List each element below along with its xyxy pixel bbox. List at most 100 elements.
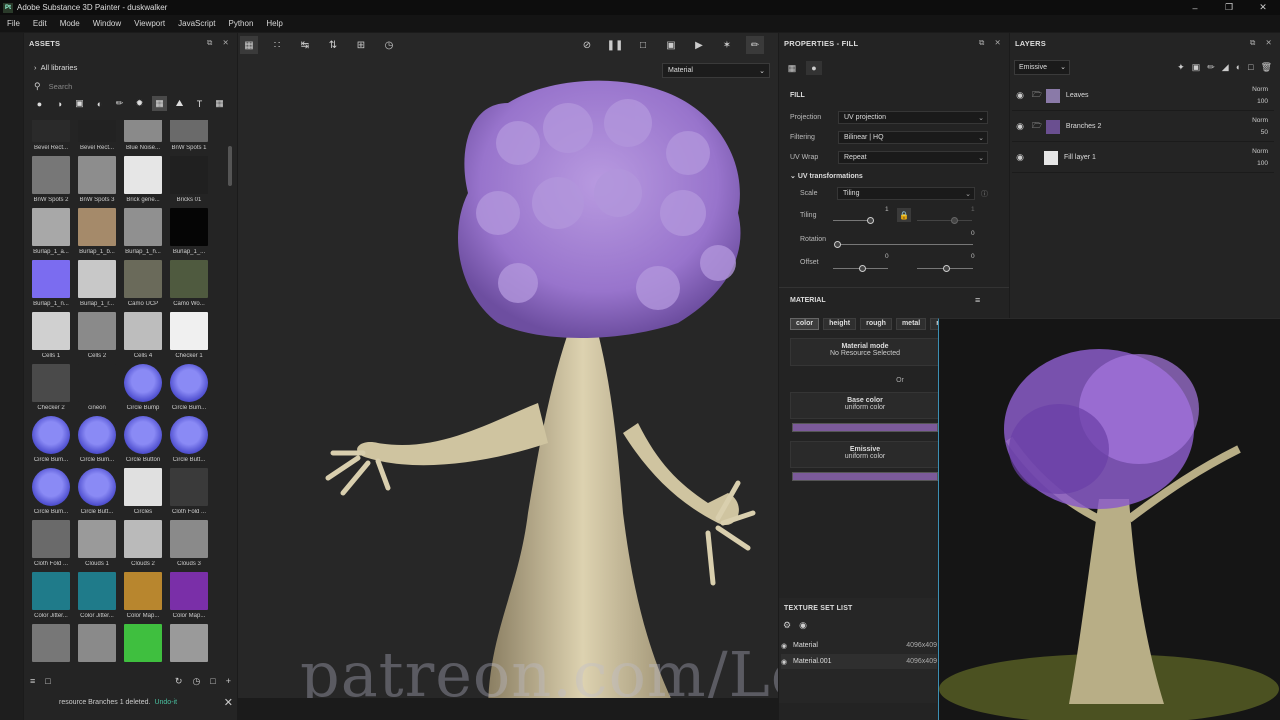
menu-file[interactable]: File: [3, 19, 24, 28]
base-color-swatch[interactable]: [792, 423, 938, 432]
asset-tile[interactable]: Clouds 3: [168, 520, 210, 572]
particle-filter-icon[interactable]: ✹: [132, 96, 147, 111]
asset-tile[interactable]: Circle Bum...: [30, 468, 72, 520]
layer-row[interactable]: ◉ 🗁 Leaves Norm 100: [1012, 81, 1274, 111]
asset-tile[interactable]: Circle Button: [122, 416, 164, 468]
channel-rough-button[interactable]: rough: [860, 318, 892, 330]
menu-help[interactable]: Help: [262, 19, 286, 28]
menu-mode[interactable]: Mode: [56, 19, 84, 28]
emissive-box[interactable]: Emissive uniform color: [790, 441, 940, 468]
mask-filter-icon[interactable]: ▣: [72, 96, 87, 111]
asset-tile[interactable]: Burlap_1_n...: [30, 260, 72, 312]
asset-tile[interactable]: Bevel Rect...: [30, 120, 72, 156]
asset-tile[interactable]: Circle Butt...: [76, 468, 118, 520]
asset-tile[interactable]: Burlap_1_a...: [30, 208, 72, 260]
layer-opacity[interactable]: 100: [1232, 96, 1268, 108]
uv-transformations-toggle[interactable]: ⌄ UV transformations: [790, 172, 863, 180]
asset-tile[interactable]: BnW Spots 3: [76, 156, 118, 208]
close-panel-icon[interactable]: ✕: [995, 38, 1001, 48]
layer-blend-mode[interactable]: Norm: [1232, 146, 1268, 158]
tiling-slider-track-secondary[interactable]: [917, 220, 972, 221]
brush-filter-icon[interactable]: ✏: [112, 96, 127, 111]
eye-icon[interactable]: ◉: [799, 620, 807, 631]
float-panel-icon[interactable]: ⧉: [207, 38, 213, 48]
smart-mask-filter-icon[interactable]: ◐: [92, 96, 107, 111]
trash-icon[interactable]: 🗑: [1261, 62, 1272, 73]
folder-icon[interactable]: □: [45, 676, 50, 686]
channel-height-button[interactable]: height: [823, 318, 857, 330]
filtering-dropdown[interactable]: Bilinear | HQ ⌄: [838, 131, 988, 144]
asset-tile[interactable]: Camo UCP: [122, 260, 164, 312]
menu-python[interactable]: Python: [225, 19, 258, 28]
offset-u-slider-knob[interactable]: [859, 265, 866, 272]
lock-icon[interactable]: 🔒: [897, 208, 911, 222]
layer-opacity[interactable]: 50: [1232, 127, 1268, 139]
asset-tile[interactable]: Circle Bump: [122, 364, 164, 416]
library-selector[interactable]: › All libraries: [34, 63, 77, 72]
refresh-icon[interactable]: ↻: [175, 676, 183, 687]
channel-metal-button[interactable]: metal: [895, 318, 927, 330]
tiling-slider-knob[interactable]: [867, 217, 874, 224]
add-icon[interactable]: +: [226, 676, 231, 686]
scale-dropdown[interactable]: Tiling ⌄: [837, 187, 975, 200]
asset-tile[interactable]: Color Jitter...: [30, 572, 72, 624]
mask-icon[interactable]: ▣: [1192, 62, 1201, 73]
asset-tile[interactable]: Circle Bum...: [168, 364, 210, 416]
asset-tile[interactable]: Cells 1: [30, 312, 72, 364]
blend-mode-dropdown[interactable]: Emissive ⌄: [1014, 59, 1070, 75]
tiling-slider-knob-secondary[interactable]: [951, 217, 958, 224]
paint-layer-icon[interactable]: ✏: [1207, 62, 1215, 73]
eye-icon[interactable]: ◉: [781, 642, 793, 650]
asset-tile[interactable]: Circles: [122, 468, 164, 520]
rotation-slider-knob[interactable]: [834, 241, 841, 248]
eye-icon[interactable]: ◉: [1012, 90, 1028, 101]
float-panel-icon[interactable]: ⧉: [979, 38, 985, 48]
asset-tile[interactable]: Circle Bum...: [30, 416, 72, 468]
asset-tile[interactable]: Cells 2: [76, 312, 118, 364]
texture-set-row[interactable]: ◉ Material.001 4096x409: [781, 654, 937, 669]
asset-tile[interactable]: Burlap_1_b...: [76, 208, 118, 260]
asset-tile[interactable]: Clouds 1: [76, 520, 118, 572]
layer-blend-mode[interactable]: Norm: [1232, 84, 1268, 96]
3d-viewport[interactable]: ▦ ∷ ↹ ⇅ ⊞ ◷ ⊘ ❚❚ □ ▣ ▶ ✶ ✏ ◉ Material ⌄: [238, 33, 778, 698]
projection-dropdown[interactable]: UV projection ⌄: [838, 111, 988, 124]
minimize-icon[interactable]: –: [1178, 0, 1212, 15]
asset-tile[interactable]: [30, 624, 72, 676]
asset-tile[interactable]: Clouds 2: [122, 520, 164, 572]
asset-tile[interactable]: Bevel Rect...: [76, 120, 118, 156]
asset-tile[interactable]: Color Map...: [168, 572, 210, 624]
asset-tile[interactable]: BnW Spots 1: [168, 120, 210, 156]
close-icon[interactable]: ✕: [1246, 0, 1280, 15]
float-panel-icon[interactable]: ⧉: [1250, 38, 1256, 48]
asset-tile[interactable]: Color Jitter...: [76, 572, 118, 624]
asset-tile[interactable]: Blue Noise...: [122, 120, 164, 156]
texture-filter-icon[interactable]: ▦: [152, 96, 167, 111]
material-filter-icon[interactable]: ●: [32, 96, 47, 111]
uvwrap-dropdown[interactable]: Repeat ⌄: [838, 151, 988, 164]
asset-tile[interactable]: Camo Wo...: [168, 260, 210, 312]
asset-tile[interactable]: Checker 1: [168, 312, 210, 364]
asset-tile[interactable]: Burlap_1_h...: [122, 208, 164, 260]
asset-tile[interactable]: Burlap_1_r...: [76, 260, 118, 312]
asset-tile[interactable]: Circle Butt...: [168, 416, 210, 468]
layer-row[interactable]: ◉ 🗁 Branches 2 Norm 50: [1012, 112, 1274, 142]
asset-tile[interactable]: Cloth Fold ...: [30, 520, 72, 572]
asset-tile[interactable]: [76, 624, 118, 676]
close-panel-icon[interactable]: ✕: [1266, 38, 1272, 48]
menu-window[interactable]: Window: [89, 19, 125, 28]
font-filter-icon[interactable]: T: [192, 96, 207, 111]
settings-icon[interactable]: ⚙: [783, 620, 791, 631]
close-panel-icon[interactable]: ✕: [223, 38, 229, 48]
folder-icon[interactable]: □: [1248, 62, 1253, 73]
offset-v-slider-knob[interactable]: [943, 265, 950, 272]
asset-tile[interactable]: Circle Bum...: [76, 416, 118, 468]
restore-icon[interactable]: ❐: [1212, 0, 1246, 15]
asset-tile[interactable]: Checker 2: [30, 364, 72, 416]
asset-tile[interactable]: BnW Spots 2: [30, 156, 72, 208]
layer-opacity[interactable]: 100: [1232, 158, 1268, 170]
asset-tile[interactable]: Color Map...: [122, 572, 164, 624]
dismiss-icon[interactable]: ✕: [224, 696, 233, 709]
texture-set-row[interactable]: ◉ Material 4096x409: [781, 638, 937, 653]
eye-icon[interactable]: ◉: [1012, 152, 1028, 163]
fill-tab-icon[interactable]: ▦: [784, 61, 800, 75]
